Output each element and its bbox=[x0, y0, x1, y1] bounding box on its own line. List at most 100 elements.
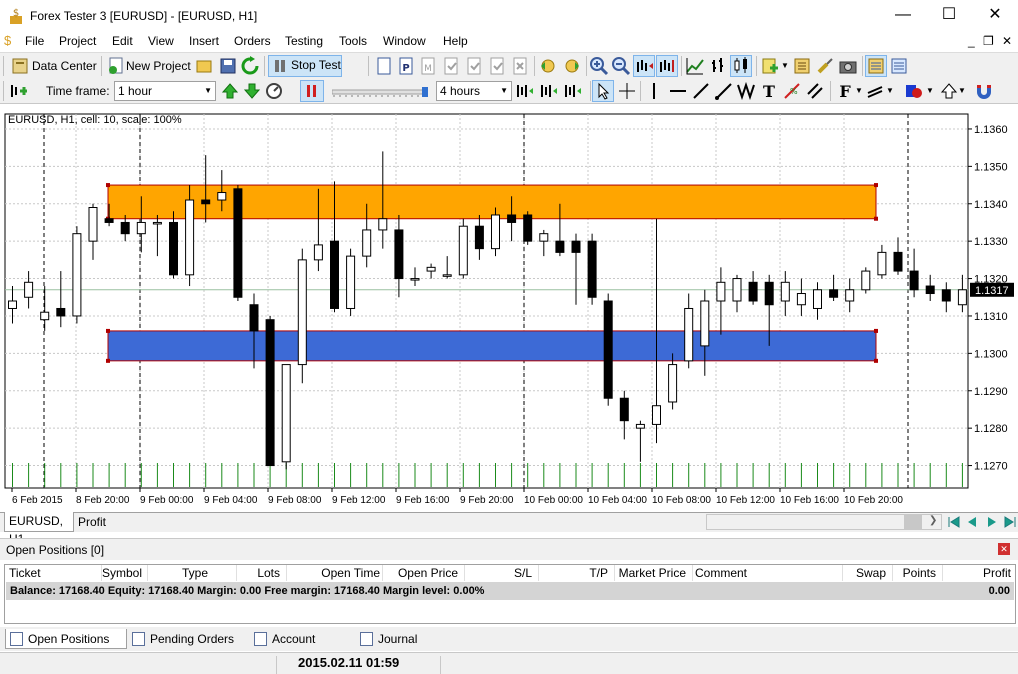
timeframe-select[interactable]: 1 hour ▼ bbox=[114, 81, 216, 101]
data-window-button[interactable] bbox=[865, 55, 887, 77]
mdi-minimize-button[interactable]: _ bbox=[968, 34, 975, 48]
ray-icon[interactable] bbox=[714, 81, 734, 101]
menu-insert[interactable]: Insert bbox=[189, 34, 219, 48]
market-order-icon[interactable]: M bbox=[418, 56, 438, 76]
col-tp[interactable]: T/P bbox=[539, 565, 615, 581]
polyline-icon[interactable] bbox=[736, 81, 756, 101]
text-tool-icon[interactable]: T bbox=[759, 81, 779, 101]
col-ticket[interactable]: Ticket bbox=[9, 565, 102, 581]
magnet-icon[interactable] bbox=[974, 81, 994, 101]
bar-chart-icon[interactable] bbox=[708, 56, 728, 76]
menu-orders[interactable]: Orders bbox=[234, 34, 271, 48]
navigator-icon[interactable] bbox=[889, 56, 909, 76]
crosshair-icon[interactable] bbox=[617, 81, 637, 101]
color-dropdown-arrow[interactable]: ▼ bbox=[926, 86, 934, 95]
arrow-down-icon[interactable] bbox=[242, 81, 262, 101]
menu-window[interactable]: Window bbox=[383, 34, 426, 48]
save-project-icon[interactable] bbox=[218, 56, 238, 76]
tab-profit[interactable]: Profit bbox=[78, 513, 106, 531]
stop-test-button[interactable]: Stop Test bbox=[268, 55, 342, 77]
arrow-mark-icon[interactable] bbox=[939, 81, 959, 101]
col-sl[interactable]: S/L bbox=[465, 565, 539, 581]
shift-chart-button[interactable] bbox=[633, 55, 655, 77]
speed-slider[interactable] bbox=[331, 86, 432, 97]
order-check-icon[interactable] bbox=[441, 56, 461, 76]
zoom-in-icon[interactable] bbox=[589, 56, 609, 76]
menu-view[interactable]: View bbox=[148, 34, 174, 48]
new-project-button[interactable]: New Project bbox=[126, 56, 191, 78]
vertical-line-icon[interactable] bbox=[644, 81, 664, 101]
col-open-time[interactable]: Open Time bbox=[287, 565, 383, 581]
tab-open-positions[interactable]: Open Positions [0] bbox=[5, 629, 127, 666]
app-menu-icon[interactable]: $ bbox=[4, 33, 11, 48]
new-chart-icon[interactable] bbox=[374, 56, 394, 76]
mdi-close-button[interactable]: ✕ bbox=[1002, 34, 1012, 48]
col-open-price[interactable]: Open Price bbox=[383, 565, 465, 581]
order-modify-icon[interactable] bbox=[464, 56, 484, 76]
horizontal-line-icon[interactable] bbox=[668, 81, 688, 101]
color-picker-icon[interactable] bbox=[904, 81, 924, 101]
autoscroll-button[interactable] bbox=[656, 55, 678, 77]
scroll-left-icon[interactable] bbox=[538, 56, 558, 76]
candle-chart-button[interactable] bbox=[730, 55, 752, 77]
font-icon[interactable]: F bbox=[836, 81, 856, 101]
col-profit[interactable]: Profit bbox=[943, 565, 1013, 581]
line-chart-icon[interactable] bbox=[685, 56, 705, 76]
close-button[interactable]: ✕ bbox=[972, 0, 1018, 32]
col-type[interactable]: Type bbox=[148, 565, 237, 581]
tab-eurusd-h1[interactable]: EURUSD, H1 bbox=[4, 512, 74, 546]
add-indicator-icon[interactable] bbox=[760, 56, 780, 76]
brush-icon[interactable] bbox=[815, 56, 835, 76]
col-lots[interactable]: Lots bbox=[237, 565, 287, 581]
step-forward-icon[interactable] bbox=[538, 81, 558, 101]
col-symbol[interactable]: Symbol bbox=[102, 565, 148, 581]
col-swap[interactable]: Swap bbox=[843, 565, 893, 581]
scroll-right-arrow-icon[interactable]: ❯ bbox=[929, 515, 937, 526]
step-to-time-icon[interactable] bbox=[562, 81, 582, 101]
minimize-button[interactable]: — bbox=[880, 0, 926, 32]
refresh-icon[interactable] bbox=[240, 56, 260, 76]
col-points[interactable]: Points bbox=[893, 565, 943, 581]
cursor-tool-button[interactable] bbox=[592, 80, 614, 102]
menu-tools[interactable]: Tools bbox=[339, 34, 367, 48]
arrow-mark-dropdown-arrow[interactable]: ▼ bbox=[958, 86, 966, 95]
maximize-button[interactable]: ☐ bbox=[926, 0, 972, 32]
speed-select[interactable]: 4 hours ▼ bbox=[436, 81, 512, 101]
chart-area[interactable]: 1.1360 1.1350 1.1340 1.1330 1.1320 1.1310 1.13… bbox=[0, 106, 1018, 512]
chart-nav-arrows[interactable] bbox=[946, 514, 1018, 530]
font-dropdown-arrow[interactable]: ▼ bbox=[855, 86, 863, 95]
scrollbar-thumb[interactable] bbox=[904, 515, 922, 529]
close-panel-icon[interactable]: ✕ bbox=[998, 543, 1010, 555]
tab-account-history[interactable]: Account History bbox=[250, 629, 354, 666]
arrow-up-icon[interactable] bbox=[220, 81, 240, 101]
col-market-price[interactable]: Market Price bbox=[615, 565, 693, 581]
line-style-dropdown-arrow[interactable]: ▼ bbox=[886, 86, 894, 95]
speed-gauge-icon[interactable] bbox=[264, 81, 284, 101]
menu-testing[interactable]: Testing bbox=[285, 34, 323, 48]
channel-icon[interactable] bbox=[805, 81, 825, 101]
scroll-right-icon[interactable] bbox=[562, 56, 582, 76]
menu-file[interactable]: File bbox=[25, 34, 44, 48]
balance-row[interactable]: Balance: 17168.40 Equity: 17168.40 Margi… bbox=[6, 582, 1014, 600]
zoom-out-icon[interactable] bbox=[611, 56, 631, 76]
screenshot-icon[interactable] bbox=[838, 56, 858, 76]
menu-project[interactable]: Project bbox=[59, 34, 96, 48]
step-back-icon[interactable] bbox=[514, 81, 534, 101]
properties-icon[interactable]: P bbox=[396, 56, 416, 76]
mdi-restore-button[interactable]: ❐ bbox=[983, 34, 994, 48]
menu-help[interactable]: Help bbox=[443, 34, 468, 48]
pause-button[interactable] bbox=[300, 80, 324, 102]
data-center-button[interactable]: Data Center bbox=[32, 56, 97, 78]
indicator-dropdown-arrow[interactable]: ▼ bbox=[781, 61, 789, 70]
line-style-icon[interactable] bbox=[866, 81, 886, 101]
open-project-icon[interactable] bbox=[194, 56, 214, 76]
tab-journal[interactable]: Journal bbox=[356, 629, 426, 649]
menu-edit[interactable]: Edit bbox=[112, 34, 133, 48]
tab-pending-orders[interactable]: Pending Orders [0] bbox=[128, 629, 246, 666]
order-close-icon[interactable] bbox=[487, 56, 507, 76]
templates-icon[interactable] bbox=[792, 56, 812, 76]
col-comment[interactable]: Comment bbox=[693, 565, 843, 581]
fibonacci-icon[interactable]: % bbox=[782, 81, 802, 101]
order-delete-icon[interactable] bbox=[510, 56, 530, 76]
candlestick-chart[interactable]: 1.13601.13501.13401.13301.13201.13101.13… bbox=[0, 106, 1018, 512]
